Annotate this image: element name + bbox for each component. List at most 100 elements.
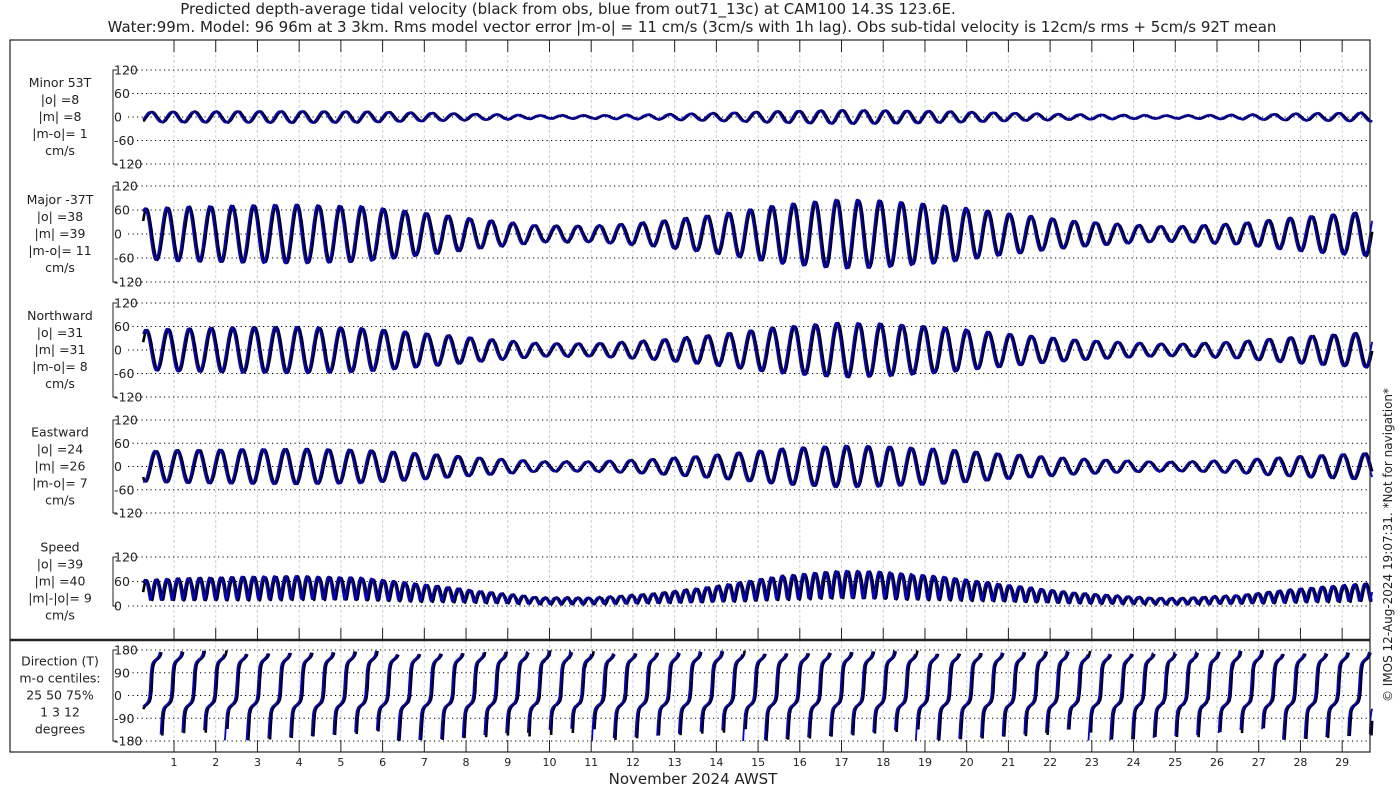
x-tick-label: 15 bbox=[751, 756, 765, 769]
x-tick-label: 18 bbox=[876, 756, 890, 769]
y-tick-label: 0 bbox=[114, 459, 122, 474]
y-tick-label: -120 bbox=[114, 275, 142, 290]
panel-label-line: cm/s bbox=[45, 143, 75, 158]
y-tick-label: 120 bbox=[114, 63, 138, 78]
panel-label-line: |m| =26 bbox=[35, 459, 86, 474]
y-tick-label: 120 bbox=[114, 179, 138, 194]
x-tick-label: 9 bbox=[504, 756, 511, 769]
panel-north: Northward |o| =31 |m| =31 |m-o|= 8 cm/s 120 60… bbox=[27, 296, 1374, 405]
y-tick-label: 0 bbox=[114, 110, 122, 125]
x-tick-label: 25 bbox=[1168, 756, 1182, 769]
panel-label-line: Speed bbox=[40, 540, 79, 555]
panel-label-line: |o| =31 bbox=[37, 325, 83, 340]
x-tick-label: 20 bbox=[960, 756, 974, 769]
x-tick-label: 28 bbox=[1293, 756, 1307, 769]
panel-label-line: Eastward bbox=[31, 425, 89, 440]
x-tick-label: 22 bbox=[1043, 756, 1057, 769]
panel-major: Major -37T |o| =38 |m| =39 |m-o|= 11 cm/s 120… bbox=[27, 179, 1374, 290]
panel-label-line: |m| =31 bbox=[35, 342, 86, 357]
x-tick-label: 5 bbox=[337, 756, 344, 769]
panel-label-line: |m| =39 bbox=[35, 226, 86, 241]
panel-label-line: |o| =24 bbox=[37, 442, 83, 457]
panel-label-line: |m-o|= 7 bbox=[32, 476, 87, 491]
x-tick-label: 16 bbox=[793, 756, 807, 769]
y-tick-label: -60 bbox=[114, 482, 134, 497]
panel-label-line: |o| =39 bbox=[37, 557, 83, 572]
x-tick-label: 21 bbox=[1001, 756, 1015, 769]
y-tick-label: -90 bbox=[114, 711, 134, 726]
panel-label-line: |m| =40 bbox=[35, 574, 86, 589]
x-tick-label: 6 bbox=[379, 756, 386, 769]
panel-label-line: |m-o|= 11 bbox=[28, 243, 91, 258]
x-tick-label: 27 bbox=[1252, 756, 1266, 769]
y-tick-label: -120 bbox=[114, 506, 142, 521]
panel-label-line: |o| =38 bbox=[37, 209, 83, 224]
y-tick-label: 60 bbox=[114, 574, 130, 589]
y-tick-label: 120 bbox=[114, 296, 138, 311]
x-axis-label: November 2024 AWST bbox=[609, 770, 779, 788]
x-tick-label: 19 bbox=[918, 756, 932, 769]
panel-label-line: 25 50 75% bbox=[26, 688, 94, 703]
panel-label-line: Minor 53T bbox=[29, 75, 92, 90]
panel-label-line: |m|-|o|= 9 bbox=[28, 591, 92, 606]
panel-label-line: 1 3 12 bbox=[40, 705, 80, 720]
y-tick-label: 0 bbox=[114, 343, 122, 358]
panel-label-line: |m| =8 bbox=[39, 109, 82, 124]
y-tick-label: 0 bbox=[114, 599, 122, 614]
panel-direction: Direction (T) m-o centiles: 25 50 75% 1 3 1… bbox=[19, 643, 1374, 749]
x-tick-label: 29 bbox=[1335, 756, 1349, 769]
y-tick-label: 60 bbox=[114, 319, 130, 334]
y-tick-label: 120 bbox=[114, 550, 138, 565]
x-tick-label: 3 bbox=[254, 756, 261, 769]
x-tick-label: 13 bbox=[668, 756, 682, 769]
copyright-notice: © IMOS 12-Aug-2024 19:07:31. *Not for na… bbox=[1381, 388, 1395, 702]
y-tick-label: 60 bbox=[114, 203, 130, 218]
panel-label-line: |m-o|= 8 bbox=[32, 359, 87, 374]
panel-label-line: cm/s bbox=[45, 493, 75, 508]
y-tick-label: 0 bbox=[114, 688, 122, 703]
y-tick-label: -60 bbox=[114, 366, 134, 381]
x-tick-label: 4 bbox=[296, 756, 303, 769]
y-tick-label: 90 bbox=[114, 665, 130, 680]
x-tick-label: 1 bbox=[171, 756, 178, 769]
x-tick-label: 14 bbox=[709, 756, 723, 769]
panel-minor: Minor 53T |o| =8 |m| =8 |m-o|= 1 cm/s 120 60 0 -… bbox=[29, 63, 1373, 172]
panel-label-line: cm/s bbox=[45, 260, 75, 275]
panel-label-line: degrees bbox=[35, 722, 85, 737]
x-tick-label: 23 bbox=[1085, 756, 1099, 769]
y-tick-label: -120 bbox=[114, 157, 142, 172]
panel-label-line: Major -37T bbox=[27, 192, 94, 207]
y-tick-label: -60 bbox=[114, 133, 134, 148]
x-tick-label: 8 bbox=[463, 756, 470, 769]
x-tick-label: 10 bbox=[542, 756, 556, 769]
panel-label-line: Northward bbox=[27, 308, 93, 323]
panel-speed: Speed |o| =39 |m| =40 |m|-|o|= 9 cm/s 120 60 0 bbox=[28, 540, 1374, 623]
title-line-2: Water:99m. Model: 96 96m at 3 3km. Rms m… bbox=[108, 18, 1277, 36]
y-tick-label: 120 bbox=[114, 413, 138, 428]
panel-label-line: cm/s bbox=[45, 608, 75, 623]
y-tick-label: 0 bbox=[114, 227, 122, 242]
x-tick-label: 2 bbox=[212, 756, 219, 769]
y-tick-label: 180 bbox=[114, 643, 138, 658]
y-tick-label: -180 bbox=[114, 734, 142, 749]
title-line-1: Predicted depth-average tidal velocity (… bbox=[180, 0, 955, 19]
panel-label-line: m-o centiles: bbox=[19, 671, 100, 686]
panel-east: Eastward |o| =24 |m| =26 |m-o|= 7 cm/s 120 60 0… bbox=[31, 413, 1374, 521]
x-tick-label: 26 bbox=[1210, 756, 1224, 769]
panel-label-line: Direction (T) bbox=[21, 654, 99, 669]
y-tick-label: 60 bbox=[114, 436, 130, 451]
y-tick-label: -60 bbox=[114, 251, 134, 266]
panels: Minor 53T |o| =8 |m| =8 |m-o|= 1 cm/s 120 60 0 -… bbox=[19, 63, 1374, 749]
day-gridlines bbox=[173, 40, 1343, 752]
x-tick-label: 7 bbox=[421, 756, 428, 769]
x-tick-label: 12 bbox=[626, 756, 640, 769]
x-tick-label: 11 bbox=[584, 756, 598, 769]
tidal-velocity-figure: Predicted depth-average tidal velocity (… bbox=[9, 0, 1395, 788]
x-tick-label: 24 bbox=[1127, 756, 1141, 769]
panel-label-line: cm/s bbox=[45, 376, 75, 391]
panel-label-line: |o| =8 bbox=[41, 92, 80, 107]
y-tick-label: -120 bbox=[114, 390, 142, 405]
y-tick-label: 60 bbox=[114, 86, 130, 101]
panel-label-line: |m-o|= 1 bbox=[32, 126, 87, 141]
x-tick-label: 17 bbox=[835, 756, 849, 769]
